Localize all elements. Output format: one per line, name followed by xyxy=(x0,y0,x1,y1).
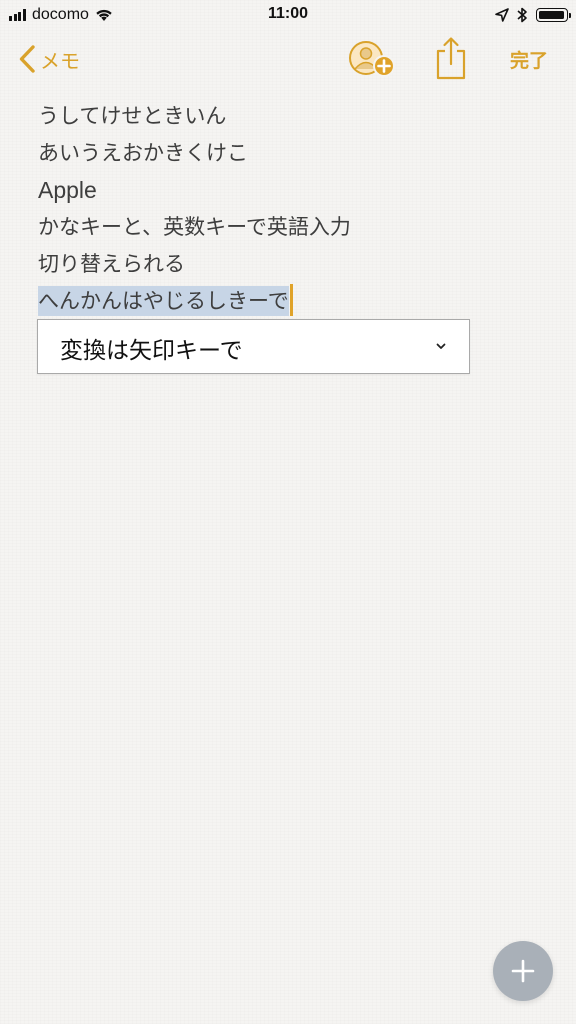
battery-tip xyxy=(569,12,571,18)
note-line: Apple xyxy=(38,177,97,203)
note-line: 切り替えられる xyxy=(38,252,185,276)
new-note-button[interactable] xyxy=(493,941,553,1001)
conversion-candidate-window: 変換は矢印キーで xyxy=(37,319,470,374)
battery-level xyxy=(539,11,564,19)
battery-icon xyxy=(536,8,571,22)
location-arrow-icon xyxy=(495,8,509,22)
note-line: うしてけせときいん xyxy=(38,104,227,128)
share-icon xyxy=(436,37,466,80)
done-button[interactable]: 完了 xyxy=(510,46,548,73)
plus-icon xyxy=(511,959,535,983)
navigation-bar: メモ 完了 xyxy=(0,30,576,90)
text-cursor xyxy=(289,284,293,316)
add-person-icon xyxy=(349,41,395,77)
back-button[interactable]: メモ xyxy=(18,42,80,76)
clock: 11:00 xyxy=(267,5,309,22)
bluetooth-icon xyxy=(517,7,527,23)
back-label: メモ xyxy=(40,48,80,73)
conversion-candidate[interactable]: 変換は矢印キーで xyxy=(60,331,243,365)
add-people-button[interactable] xyxy=(348,40,398,80)
chevron-down-icon[interactable] xyxy=(433,338,449,354)
share-button[interactable] xyxy=(434,36,468,80)
note-editor[interactable]: うしてけせときいん あいうえおかきくけこ Apple かなキーと、英数キーで英語… xyxy=(38,98,538,320)
chevron-left-icon xyxy=(19,45,35,73)
note-line: かなキーと、英数キーで英語入力 xyxy=(38,215,351,239)
marked-text: へんかんはやじるしきーで xyxy=(38,286,289,316)
note-line: あいうえおかきくけこ xyxy=(38,141,248,165)
status-right xyxy=(495,5,571,25)
composing-line: へんかんはやじるしきーで xyxy=(38,283,538,320)
status-bar: docomo 11:00 xyxy=(0,0,576,30)
